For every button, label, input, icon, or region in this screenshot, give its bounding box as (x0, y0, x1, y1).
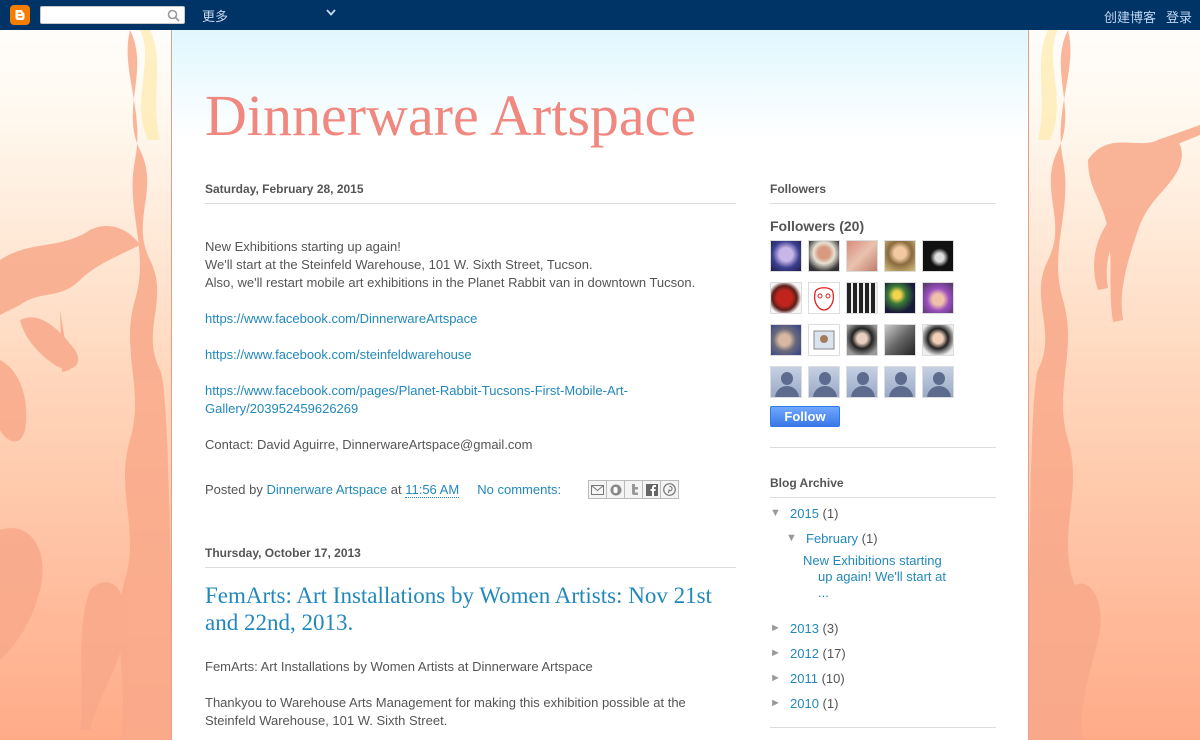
navbar-more-menu[interactable]: 更多 (202, 6, 228, 25)
expanded-triangle-icon[interactable]: ▼ (786, 531, 806, 544)
post-text-line: New Exhibitions starting up again! (205, 239, 401, 254)
at-label: at (390, 482, 402, 497)
right-decorative-art (1028, 30, 1200, 740)
create-blog-link[interactable]: 创建博客 (1104, 7, 1156, 26)
twitter-share-icon[interactable] (624, 480, 643, 499)
follower-avatar[interactable] (808, 282, 840, 314)
blogthis-share-icon[interactable] (606, 480, 625, 499)
left-decorative-art (0, 30, 172, 740)
navbar-search-input[interactable] (40, 6, 185, 24)
expanded-triangle-icon[interactable]: ▼ (770, 506, 790, 519)
archive-year-link[interactable]: 2012 (790, 646, 819, 661)
follower-avatar[interactable] (884, 324, 916, 356)
posted-by-label: Posted by (205, 482, 263, 497)
follower-avatar-default[interactable] (808, 366, 840, 398)
blogger-logo-icon[interactable] (10, 5, 30, 25)
follower-avatar-default[interactable] (846, 366, 878, 398)
archive-year-link[interactable]: 2015 (790, 506, 819, 521)
follower-avatar[interactable] (808, 240, 840, 272)
contact-line: Contact: David Aguirre, DinnerwareArtspa… (205, 437, 533, 452)
post-text-line: Steinfeld Warehouse, 101 W. Sixth Street… (205, 713, 448, 728)
post-footer: Posted by Dinnerware Artspace at 11:56 A… (205, 480, 736, 502)
post-text-line: We'll start at the Steinfeld Warehouse, … (205, 257, 593, 272)
post-body: New Exhibitions starting up again! We'll… (205, 238, 736, 454)
archive-year-2013: ► 2013 (3) (770, 621, 839, 636)
follower-avatar[interactable] (922, 282, 954, 314)
collapsed-triangle-icon[interactable]: ► (770, 621, 790, 634)
pinterest-share-icon[interactable] (660, 480, 679, 499)
follower-avatar-default[interactable] (770, 366, 802, 398)
blog-outer-column: Dinnerware Artspace Saturday, February 2… (171, 30, 1029, 740)
blogger-navbar: 更多 创建博客 登录 (0, 0, 1200, 30)
post-body: FemArts: Art Installations by Women Arti… (205, 658, 736, 730)
post-date-header: Thursday, October 17, 2013 (205, 546, 736, 568)
archive-year-2011: ► 2011 (10) (770, 671, 845, 686)
email-share-icon[interactable] (588, 480, 607, 499)
archive-year-2015: ▼ 2015 (1) (770, 506, 839, 521)
facebook-planet-rabbit-link[interactable]: https://www.facebook.com/pages/Planet-Ra… (205, 383, 628, 416)
blog-archive-title: Blog Archive (770, 476, 996, 498)
follower-avatar[interactable] (770, 282, 802, 314)
archive-year-2012: ► 2012 (17) (770, 646, 846, 661)
archive-year-link[interactable]: 2013 (790, 621, 819, 636)
archive-post-link[interactable]: New Exhibitions starting up again! We'll… (770, 553, 996, 601)
follower-avatar[interactable] (884, 240, 916, 272)
follower-avatar-default[interactable] (884, 366, 916, 398)
followers-count: Followers (20) (770, 218, 865, 234)
follower-avatar[interactable] (770, 324, 802, 356)
follower-avatar[interactable] (808, 324, 840, 356)
share-buttons (588, 480, 679, 499)
blog-archive-list: ▼ 2015 (1) ▼ February (1) New Exhibition… (770, 506, 996, 721)
follower-avatar[interactable] (922, 240, 954, 272)
post-text-line: FemArts: Art Installations by Women Arti… (205, 659, 593, 674)
post-author-link[interactable]: Dinnerware Artspace (266, 482, 387, 497)
archive-year-2010: ► 2010 (1) (770, 696, 839, 711)
follower-avatar[interactable] (922, 324, 954, 356)
blog-title[interactable]: Dinnerware Artspace (205, 82, 696, 149)
follower-avatar-default[interactable] (922, 366, 954, 398)
follow-button[interactable]: Follow (770, 406, 840, 427)
post-text-line: Thankyou to Warehouse Arts Management fo… (205, 695, 686, 710)
follower-avatar[interactable] (846, 240, 878, 272)
collapsed-triangle-icon[interactable]: ► (770, 671, 790, 684)
search-icon[interactable] (167, 9, 180, 22)
archive-month-february: ▼ February (1) (786, 531, 878, 546)
main-posts-column: Saturday, February 28, 2015 New Exhibiti… (205, 182, 736, 730)
collapsed-triangle-icon[interactable]: ► (770, 646, 790, 659)
post-comments-link[interactable]: No comments: (477, 482, 561, 497)
sign-in-link[interactable]: 登录 (1166, 7, 1192, 26)
followers-widget-title: Followers (770, 182, 996, 204)
post-timestamp-link[interactable]: 11:56 AM (405, 482, 460, 498)
post-text-line: Also, we'll restart mobile art exhibitio… (205, 275, 696, 290)
collapsed-triangle-icon[interactable]: ► (770, 696, 790, 709)
facebook-dinnerware-link[interactable]: https://www.facebook.com/DinnerwareArtsp… (205, 311, 477, 326)
post-title-link[interactable]: FemArts: Art Installations by Women Arti… (205, 582, 736, 636)
follower-avatar[interactable] (770, 240, 802, 272)
facebook-steinfeld-link[interactable]: https://www.facebook.com/steinfeldwareho… (205, 347, 472, 362)
facebook-share-icon[interactable] (642, 480, 661, 499)
follower-avatar[interactable] (884, 282, 916, 314)
post-date-header: Saturday, February 28, 2015 (205, 182, 736, 204)
follower-avatar[interactable] (846, 324, 878, 356)
follower-avatar[interactable] (846, 282, 878, 314)
archive-month-link[interactable]: February (806, 531, 858, 546)
followers-avatar-grid (770, 240, 996, 398)
archive-year-link[interactable]: 2010 (790, 696, 819, 711)
archive-year-link[interactable]: 2011 (790, 671, 818, 686)
chevron-down-icon[interactable] (326, 9, 336, 17)
sidebar: Followers Followers (20) Follow Blog Arc… (770, 182, 996, 728)
